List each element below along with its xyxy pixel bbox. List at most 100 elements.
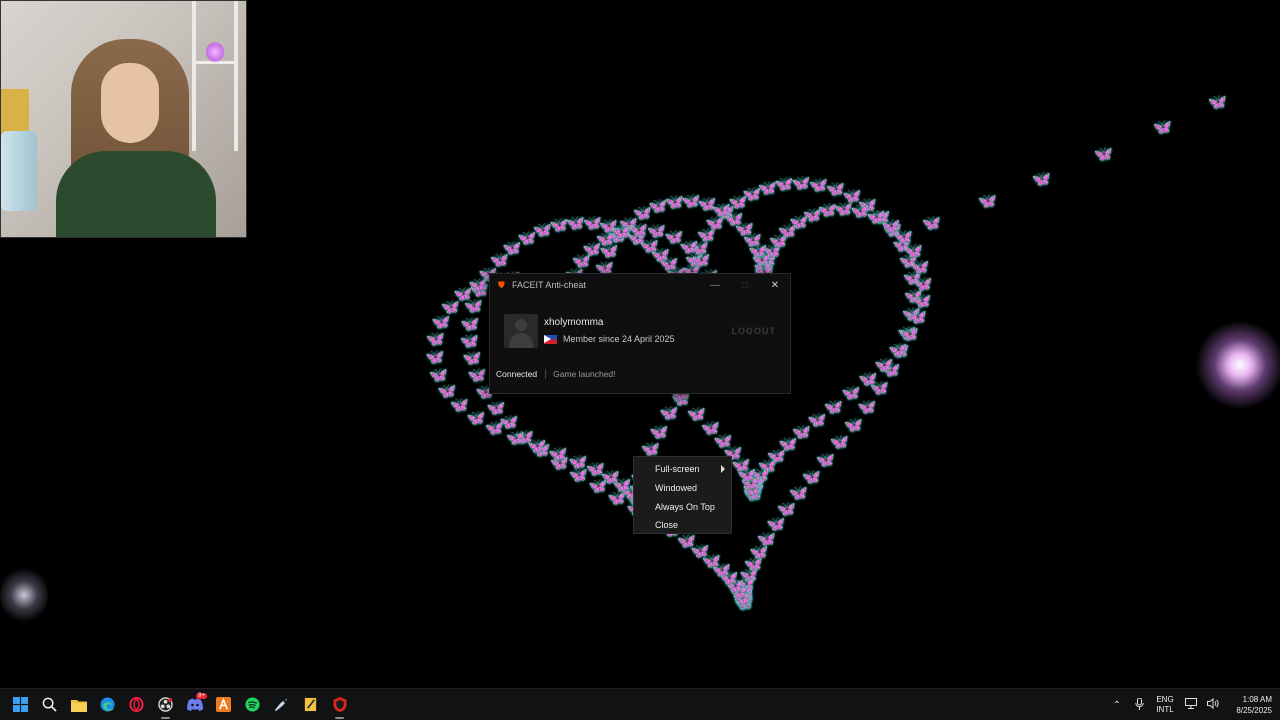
butterfly-sprite: 🦋 — [607, 489, 627, 507]
discord-icon[interactable]: 9+ — [180, 689, 209, 720]
butterfly-sprite: 🦋 — [596, 230, 615, 248]
butterfly-sprite: 🦋 — [601, 469, 620, 487]
butterfly-sprite: 🦋 — [747, 475, 766, 493]
discord-badge: 9+ — [196, 692, 207, 699]
butterfly-sprite: 🦋 — [713, 432, 733, 450]
butterfly-sprite: 🦋 — [826, 181, 846, 199]
opera-gx-icon[interactable] — [122, 689, 151, 720]
butterfly-sprite: 🦋 — [486, 399, 506, 417]
faceit-icon[interactable] — [325, 689, 354, 720]
butterfly-sprite: 🦋 — [742, 186, 762, 204]
maximize-button[interactable]: □ — [730, 274, 760, 296]
butterfly-sprite: 🦋 — [892, 236, 912, 254]
butterfly-sprite: 🦋 — [598, 217, 618, 235]
windows-start-icon[interactable] — [6, 689, 35, 720]
butterfly-sprite: 🦋 — [749, 544, 769, 561]
menu-item-windowed[interactable]: Windowed — [634, 479, 731, 498]
webcam-person-face — [101, 63, 159, 143]
language-indicator[interactable]: ENG INTL — [1150, 695, 1180, 715]
butterfly-sprite: 🦋 — [517, 230, 537, 248]
butterfly-sprite: 🦋 — [739, 566, 759, 584]
butterfly-sprite: 🦋 — [453, 285, 473, 303]
minimize-button[interactable]: — — [700, 274, 730, 296]
clock-time: 1:08 AM — [1242, 695, 1272, 704]
edge-icon[interactable] — [93, 689, 122, 720]
file-explorer-icon[interactable] — [64, 689, 93, 720]
butterfly-sprite: 🦋 — [735, 220, 754, 238]
butterfly-sprite: 🦋 — [588, 478, 608, 496]
butterfly-sprite: 🦋 — [757, 530, 777, 548]
chevron-up-icon[interactable]: ⌃ — [1106, 700, 1128, 711]
butterfly-sprite: 🦋 — [687, 405, 706, 423]
butterfly-sprite: 🦋 — [751, 467, 771, 485]
butterfly-sprite: 🦋 — [871, 208, 891, 226]
butterfly-sprite: 🦋 — [462, 350, 482, 368]
butterfly-sprite: 🦋 — [778, 436, 798, 454]
clock[interactable]: 1:08 AM 8/25/2025 — [1224, 694, 1272, 716]
butterfly-sprite: 🦋 — [758, 180, 777, 197]
butterfly-sprite: 🦋 — [789, 213, 809, 231]
status-bar: Connected Game launched! — [496, 369, 616, 379]
faceit-titlebar[interactable]: ⛊ FACEIT Anti-cheat — □ ✕ — [490, 274, 790, 296]
network-icon[interactable] — [1180, 698, 1202, 712]
butterfly-sprite: 🦋 — [627, 229, 647, 247]
spotify-icon[interactable] — [238, 689, 267, 720]
logout-button[interactable]: LOGOUT — [732, 326, 777, 336]
butterfly-sprite: 🦋 — [816, 451, 835, 469]
butterfly-sprite: 🦋 — [792, 424, 811, 442]
butterfly-sprite: 🦋 — [568, 453, 588, 471]
butterfly-sprite: 🦋 — [677, 532, 696, 550]
member-since: Member since 24 April 2025 — [544, 334, 675, 344]
butterfly-sprite: 🦋 — [647, 223, 666, 241]
butterfly-sprite: 🦋 — [489, 252, 509, 270]
butterfly-sprite: 🦋 — [908, 309, 927, 327]
butterfly-sprite: 🦋 — [791, 175, 811, 193]
butterfly-sprite: 🦋 — [734, 593, 753, 611]
butterfly-sprite: 🦋 — [874, 356, 894, 374]
status-connected: Connected — [496, 369, 547, 379]
butterfly-sprite: 🦋 — [586, 461, 605, 479]
context-menu: Full-screen Windowed Always On Top Close — [633, 456, 732, 534]
butterfly-sprite: 🦋 — [870, 380, 890, 398]
obs-icon[interactable] — [151, 689, 180, 720]
clock-date: 8/25/2025 — [1236, 706, 1272, 715]
menu-item-full-screen[interactable]: Full-screen — [634, 460, 731, 479]
butterfly-sprite: 🦋 — [701, 419, 720, 437]
close-button[interactable]: ✕ — [760, 274, 790, 296]
steam-icon[interactable] — [267, 689, 296, 720]
butterfly-sprite: 🦋 — [734, 594, 754, 612]
butterfly-sprite: 🦋 — [437, 382, 457, 400]
butterfly-sprite: 🦋 — [712, 561, 731, 579]
app-a-icon[interactable] — [209, 689, 238, 720]
microphone-icon[interactable] — [1128, 697, 1150, 713]
volume-icon[interactable] — [1202, 697, 1224, 712]
butterfly-sprite: 🦋 — [599, 243, 619, 261]
butterfly-sprite: 🦋 — [572, 253, 592, 271]
butterfly-sprite: 🦋 — [679, 239, 699, 257]
butterfly-sprite: 🦋 — [431, 314, 451, 332]
butterfly-sprite: 🦋 — [550, 454, 569, 472]
menu-item-always-on-top[interactable]: Always On Top — [634, 497, 731, 516]
butterfly-sprite: 🦋 — [425, 349, 445, 367]
butterfly-sprite: 🦋 — [725, 578, 745, 596]
butterfly-sprite: 🦋 — [712, 202, 731, 220]
butterfly-sprite: 🦋 — [649, 423, 669, 441]
butterfly-sprite: 🦋 — [743, 556, 763, 574]
butterfly-sprite: 🦋 — [774, 176, 794, 194]
butterfly-sprite: 🦋 — [818, 202, 837, 220]
butterfly-sprite: 🦋 — [732, 589, 752, 607]
butterfly-sprite: 🦋 — [766, 516, 786, 534]
app-notes-icon[interactable] — [296, 689, 325, 720]
butterfly-sprite: 🦋 — [1208, 94, 1227, 111]
butterfly-sprite: 🦋 — [632, 205, 652, 223]
butterfly-sprite: 🦋 — [485, 420, 505, 438]
butterfly-sprite: 🦋 — [778, 222, 797, 240]
menu-item-close[interactable]: Close — [634, 516, 731, 535]
butterfly-sprite: 🦋 — [743, 484, 763, 502]
avatar — [504, 314, 538, 348]
butterfly-sprite: 🦋 — [899, 325, 919, 343]
butterfly-sprite: 🦋 — [894, 229, 913, 247]
butterfly-sprite: 🦋 — [757, 458, 777, 476]
search-icon[interactable] — [35, 689, 64, 720]
butterfly-sprite: 🦋 — [426, 331, 446, 349]
